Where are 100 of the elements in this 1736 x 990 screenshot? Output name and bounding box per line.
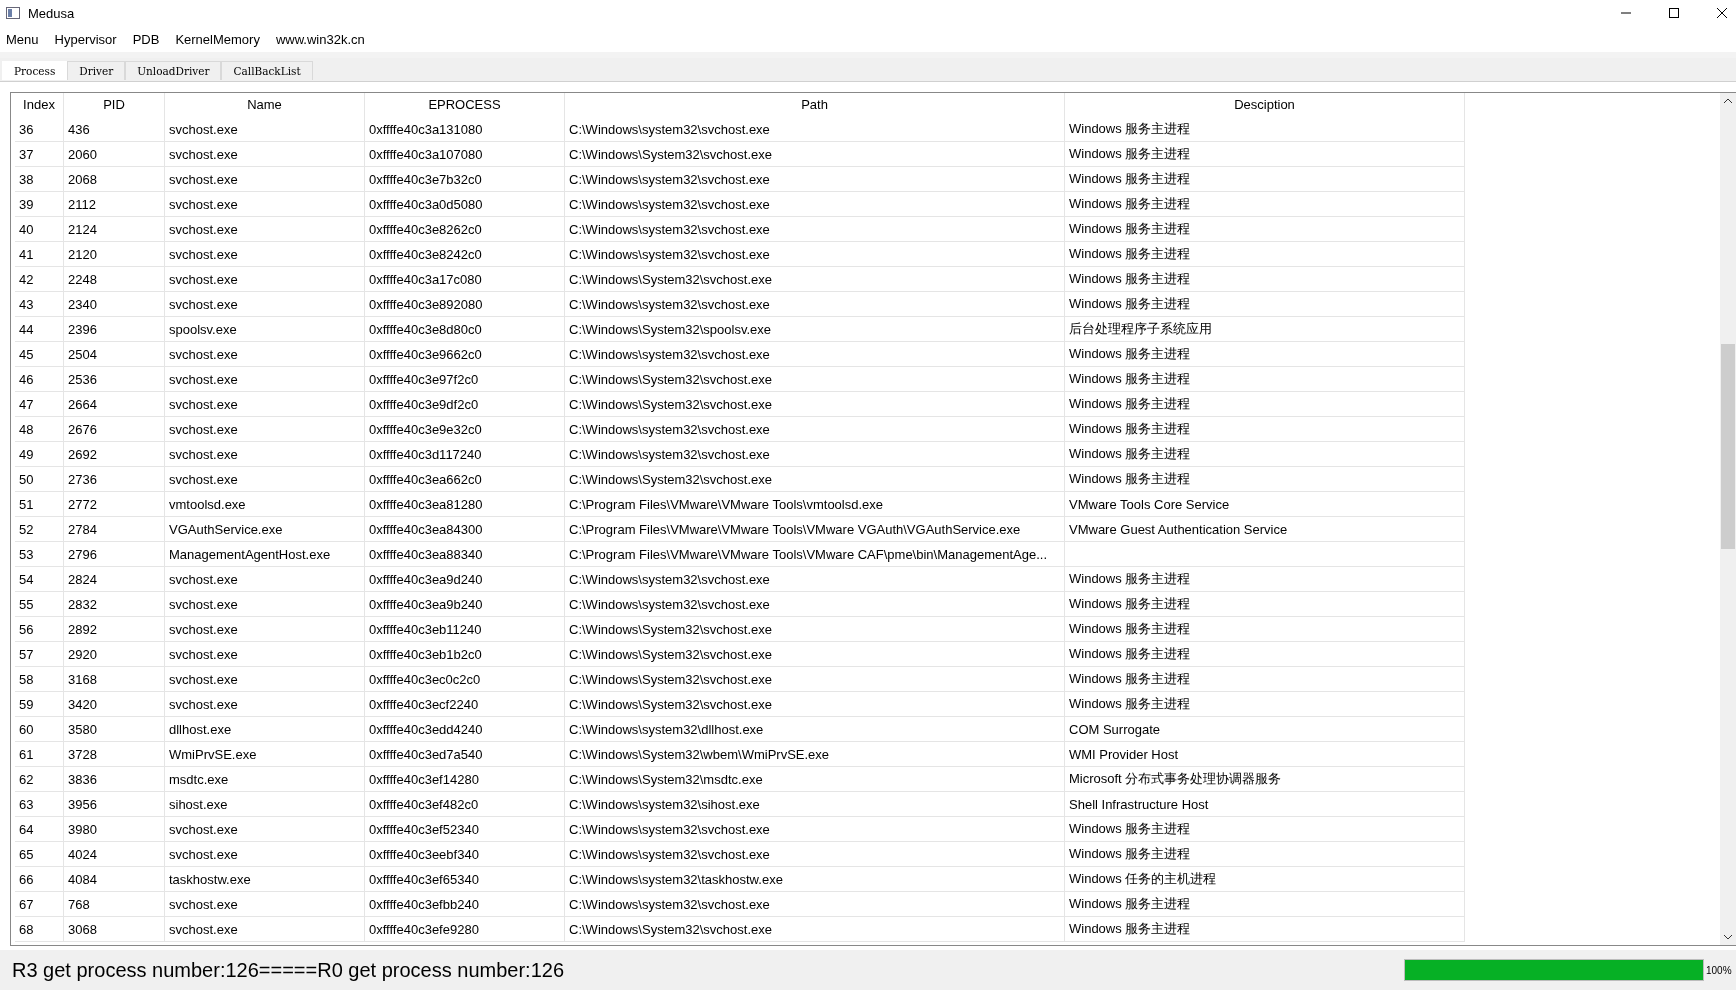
table-cell: svchost.exe	[165, 917, 365, 942]
table-cell: C:\Program Files\VMware\VMware Tools\VMware VGAuth\VGAuthService.exe	[565, 517, 1065, 542]
table-cell: 768	[64, 892, 165, 917]
table-cell: C:\Windows\system32\svchost.exe	[565, 567, 1065, 592]
table-cell: 2112	[64, 192, 165, 217]
table-cell: 56	[15, 617, 64, 642]
table-cell: C:\Windows\System32\svchost.exe	[565, 667, 1065, 692]
column-header[interactable]: EPROCESS	[365, 93, 565, 117]
table-cell: svchost.exe	[165, 242, 365, 267]
table-cell: svchost.exe	[165, 117, 365, 142]
scroll-thumb[interactable]	[1721, 344, 1735, 549]
table-cell: C:\Windows\System32\spoolsv.exe	[565, 317, 1065, 342]
table-cell: Windows 服务主进程	[1065, 667, 1465, 692]
table-cell: 2124	[64, 217, 165, 242]
app-icon	[6, 6, 20, 20]
menu-item[interactable]: PDB	[132, 31, 160, 47]
column-header[interactable]: Index	[15, 93, 64, 117]
table-cell: taskhostw.exe	[165, 867, 365, 892]
table-cell: sihost.exe	[165, 792, 365, 817]
menu-item[interactable]: KernelMemory	[175, 31, 260, 47]
table-cell: 47	[15, 392, 64, 417]
progress-reading: 100%	[1705, 964, 1733, 976]
column-header[interactable]: PID	[64, 93, 165, 117]
table-cell: Windows 服务主进程	[1065, 292, 1465, 317]
table-cell: 0xffffe40c3eebf340	[365, 842, 565, 867]
table-cell: 0xffffe40c3ef482c0	[365, 792, 565, 817]
table-cell: C:\Program Files\VMware\VMware Tools\vmtoolsd.exe	[565, 492, 1065, 517]
table-cell: 0xffffe40c3ef52340	[365, 817, 565, 842]
table-cell: 0xffffe40c3e9e32c0	[365, 417, 565, 442]
table-cell: Windows 服务主进程	[1065, 417, 1465, 442]
tab[interactable]: Driver	[67, 61, 126, 80]
scroll-down-icon[interactable]	[1723, 933, 1733, 941]
table-cell: 436	[64, 117, 165, 142]
table-cell: 2676	[64, 417, 165, 442]
table-cell: 0xffffe40c3ecf2240	[365, 692, 565, 717]
table-cell: svchost.exe	[165, 342, 365, 367]
table-cell: C:\Windows\System32\svchost.exe	[565, 367, 1065, 392]
table-cell: 68	[15, 917, 64, 942]
table-cell: 41	[15, 242, 64, 267]
table-cell: 2784	[64, 517, 165, 542]
table-cell: 2796	[64, 542, 165, 567]
table-cell: svchost.exe	[165, 467, 365, 492]
table-cell: 43	[15, 292, 64, 317]
table-cell: 2692	[64, 442, 165, 467]
table-cell: 49	[15, 442, 64, 467]
menu-item[interactable]: Hypervisor	[54, 31, 117, 47]
table-cell: C:\Windows\system32\svchost.exe	[565, 167, 1065, 192]
table-cell: 0xffffe40c3ef65340	[365, 867, 565, 892]
table-cell: 53	[15, 542, 64, 567]
tab[interactable]: UnloadDriver	[125, 61, 222, 80]
maximize-icon[interactable]	[1668, 7, 1680, 19]
table-cell: 55	[15, 592, 64, 617]
table-cell: svchost.exe	[165, 567, 365, 592]
table-cell: svchost.exe	[165, 192, 365, 217]
table-cell: 0xffffe40c3efbb240	[365, 892, 565, 917]
table-cell: Shell Infrastructure Host	[1065, 792, 1465, 817]
table-cell: 0xffffe40c3d117240	[365, 442, 565, 467]
table-cell: C:\Windows\system32\svchost.exe	[565, 292, 1065, 317]
table-cell: 0xffffe40c3e8242c0	[365, 242, 565, 267]
table-cell: svchost.exe	[165, 442, 365, 467]
tab[interactable]: Process	[2, 61, 68, 80]
table-cell: 37	[15, 142, 64, 167]
table-cell: 0xffffe40c3e8262c0	[365, 217, 565, 242]
table-cell: 59	[15, 692, 64, 717]
table-cell: 2920	[64, 642, 165, 667]
table-cell: 65	[15, 842, 64, 867]
table-cell: 0xffffe40c3e9df2c0	[365, 392, 565, 417]
table-cell: C:\Windows\system32\svchost.exe	[565, 242, 1065, 267]
table-cell: 39	[15, 192, 64, 217]
table-cell: WmiPrvSE.exe	[165, 742, 365, 767]
column-header[interactable]: Name	[165, 93, 365, 117]
table-cell: svchost.exe	[165, 667, 365, 692]
table-cell: WMI Provider Host	[1065, 742, 1465, 767]
table-cell: C:\Windows\system32\svchost.exe	[565, 442, 1065, 467]
table-cell: 0xffffe40c3ea9b240	[365, 592, 565, 617]
scrollbar[interactable]	[1720, 93, 1736, 945]
scroll-up-icon[interactable]	[1723, 97, 1733, 105]
table-cell: 3956	[64, 792, 165, 817]
close-icon[interactable]	[1716, 7, 1728, 19]
table-cell: 57	[15, 642, 64, 667]
table-cell: 50	[15, 467, 64, 492]
table-cell: 0xffffe40c3a17c080	[365, 267, 565, 292]
column-header[interactable]: Desciption	[1065, 93, 1465, 117]
table-cell: 60	[15, 717, 64, 742]
table-cell: 0xffffe40c3eb1b2c0	[365, 642, 565, 667]
table-cell: VMware Guest Authentication Service	[1065, 517, 1465, 542]
table-cell: C:\Windows\system32\dllhost.exe	[565, 717, 1065, 742]
table-cell: C:\Windows\System32\wbem\WmiPrvSE.exe	[565, 742, 1065, 767]
table-cell: svchost.exe	[165, 692, 365, 717]
table-cell: 61	[15, 742, 64, 767]
column-header[interactable]: Path	[565, 93, 1065, 117]
tab[interactable]: CallBackList	[221, 61, 313, 80]
table-cell: C:\Windows\system32\svchost.exe	[565, 892, 1065, 917]
table-cell: Windows 服务主进程	[1065, 342, 1465, 367]
table-cell: Windows 服务主进程	[1065, 592, 1465, 617]
status-message: R3 get process number:126=====R0 get process number:126	[12, 958, 564, 982]
table-cell: svchost.exe	[165, 842, 365, 867]
table-cell: VMware Tools Core Service	[1065, 492, 1465, 517]
menu-item[interactable]: Menu	[6, 31, 39, 47]
menu-item[interactable]: www.win32k.cn	[275, 31, 365, 47]
